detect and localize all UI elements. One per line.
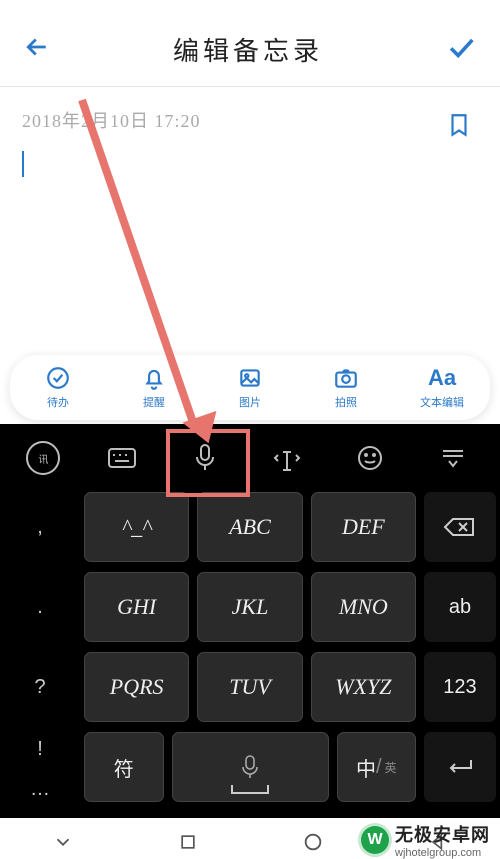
key-ellipsis[interactable]: … [4,772,76,806]
emoji-button[interactable] [349,437,391,479]
confirm-button[interactable] [444,30,478,69]
key-emote[interactable]: ^_^ [84,492,189,562]
enter-icon [445,757,475,777]
nav-home[interactable] [302,831,324,858]
key-tuv[interactable]: TUV [197,652,302,722]
camera-icon [333,365,359,391]
microphone-icon [193,443,217,473]
key-enter[interactable] [424,732,496,802]
keyboard-switch-button[interactable] [101,437,143,479]
bookmark-button[interactable] [446,112,472,143]
key-pqrs[interactable]: PQRS [84,652,189,722]
key-jkl[interactable]: JKL [197,572,302,642]
key-def[interactable]: DEF [311,492,416,562]
toolbar-remind[interactable]: 提醒 [106,355,202,420]
watermark-logo: W [361,826,389,854]
key-ab[interactable]: ab [424,572,496,642]
check-icon [444,30,478,64]
backspace-icon [443,515,477,539]
nav-recent[interactable] [178,832,198,857]
keyboard: 讯 , ^_^ ABC DEF . GHI JKL [0,424,500,818]
text-edit-icon: Aa [428,365,456,391]
arrow-left-icon [22,32,52,62]
key-mno[interactable]: MNO [311,572,416,642]
page-title: 编辑备忘录 [173,31,323,68]
key-lang-switch[interactable]: 中/英 [337,732,417,802]
iflytek-icon: 讯 [38,451,48,466]
nav-collapse[interactable] [52,831,74,858]
watermark-url: wjhotelgroup.com [395,847,490,859]
datetime-text: 2018年2月10日 17:20 [22,107,478,133]
toolbar-text-edit[interactable]: Aa 文本编辑 [394,355,490,420]
key-question[interactable]: ? [4,652,76,722]
voice-input-button[interactable] [184,437,226,479]
key-123[interactable]: 123 [424,652,496,722]
todo-icon [45,365,71,391]
key-period[interactable]: . [4,572,76,642]
keyboard-icon [107,446,137,470]
ime-logo-button[interactable]: 讯 [26,441,60,475]
cursor-tool-button[interactable] [266,437,308,479]
toolbar-camera[interactable]: 拍照 [298,355,394,420]
key-wxyz[interactable]: WXYZ [311,652,416,722]
space-icon [230,783,270,797]
image-icon [237,365,263,391]
key-space[interactable] [172,732,329,802]
square-icon [178,832,198,852]
key-backspace[interactable] [424,492,496,562]
key-comma[interactable]: , [4,492,76,562]
toolbar-image[interactable]: 图片 [202,355,298,420]
collapse-icon [439,448,467,468]
collapse-button[interactable] [432,437,474,479]
key-ghi[interactable]: GHI [84,572,189,642]
key-symbol[interactable]: 符 [84,732,164,802]
back-button[interactable] [22,32,52,67]
bookmark-icon [446,112,472,138]
watermark: W 无极安卓网 wjhotelgroup.com [361,821,490,859]
bell-icon [141,365,167,391]
watermark-name: 无极安卓网 [395,821,490,847]
cursor-icon [272,444,302,472]
key-exclaim[interactable]: ! [4,732,76,766]
circle-icon [302,831,324,853]
memo-toolbar: 待办 提醒 图片 拍照 Aa 文本编辑 [10,355,490,420]
emoji-icon [356,444,384,472]
text-cursor[interactable] [22,151,24,177]
key-abc[interactable]: ABC [197,492,302,562]
chevron-down-icon [52,831,74,853]
mic-small-icon [239,754,261,780]
toolbar-todo[interactable]: 待办 [10,355,106,420]
